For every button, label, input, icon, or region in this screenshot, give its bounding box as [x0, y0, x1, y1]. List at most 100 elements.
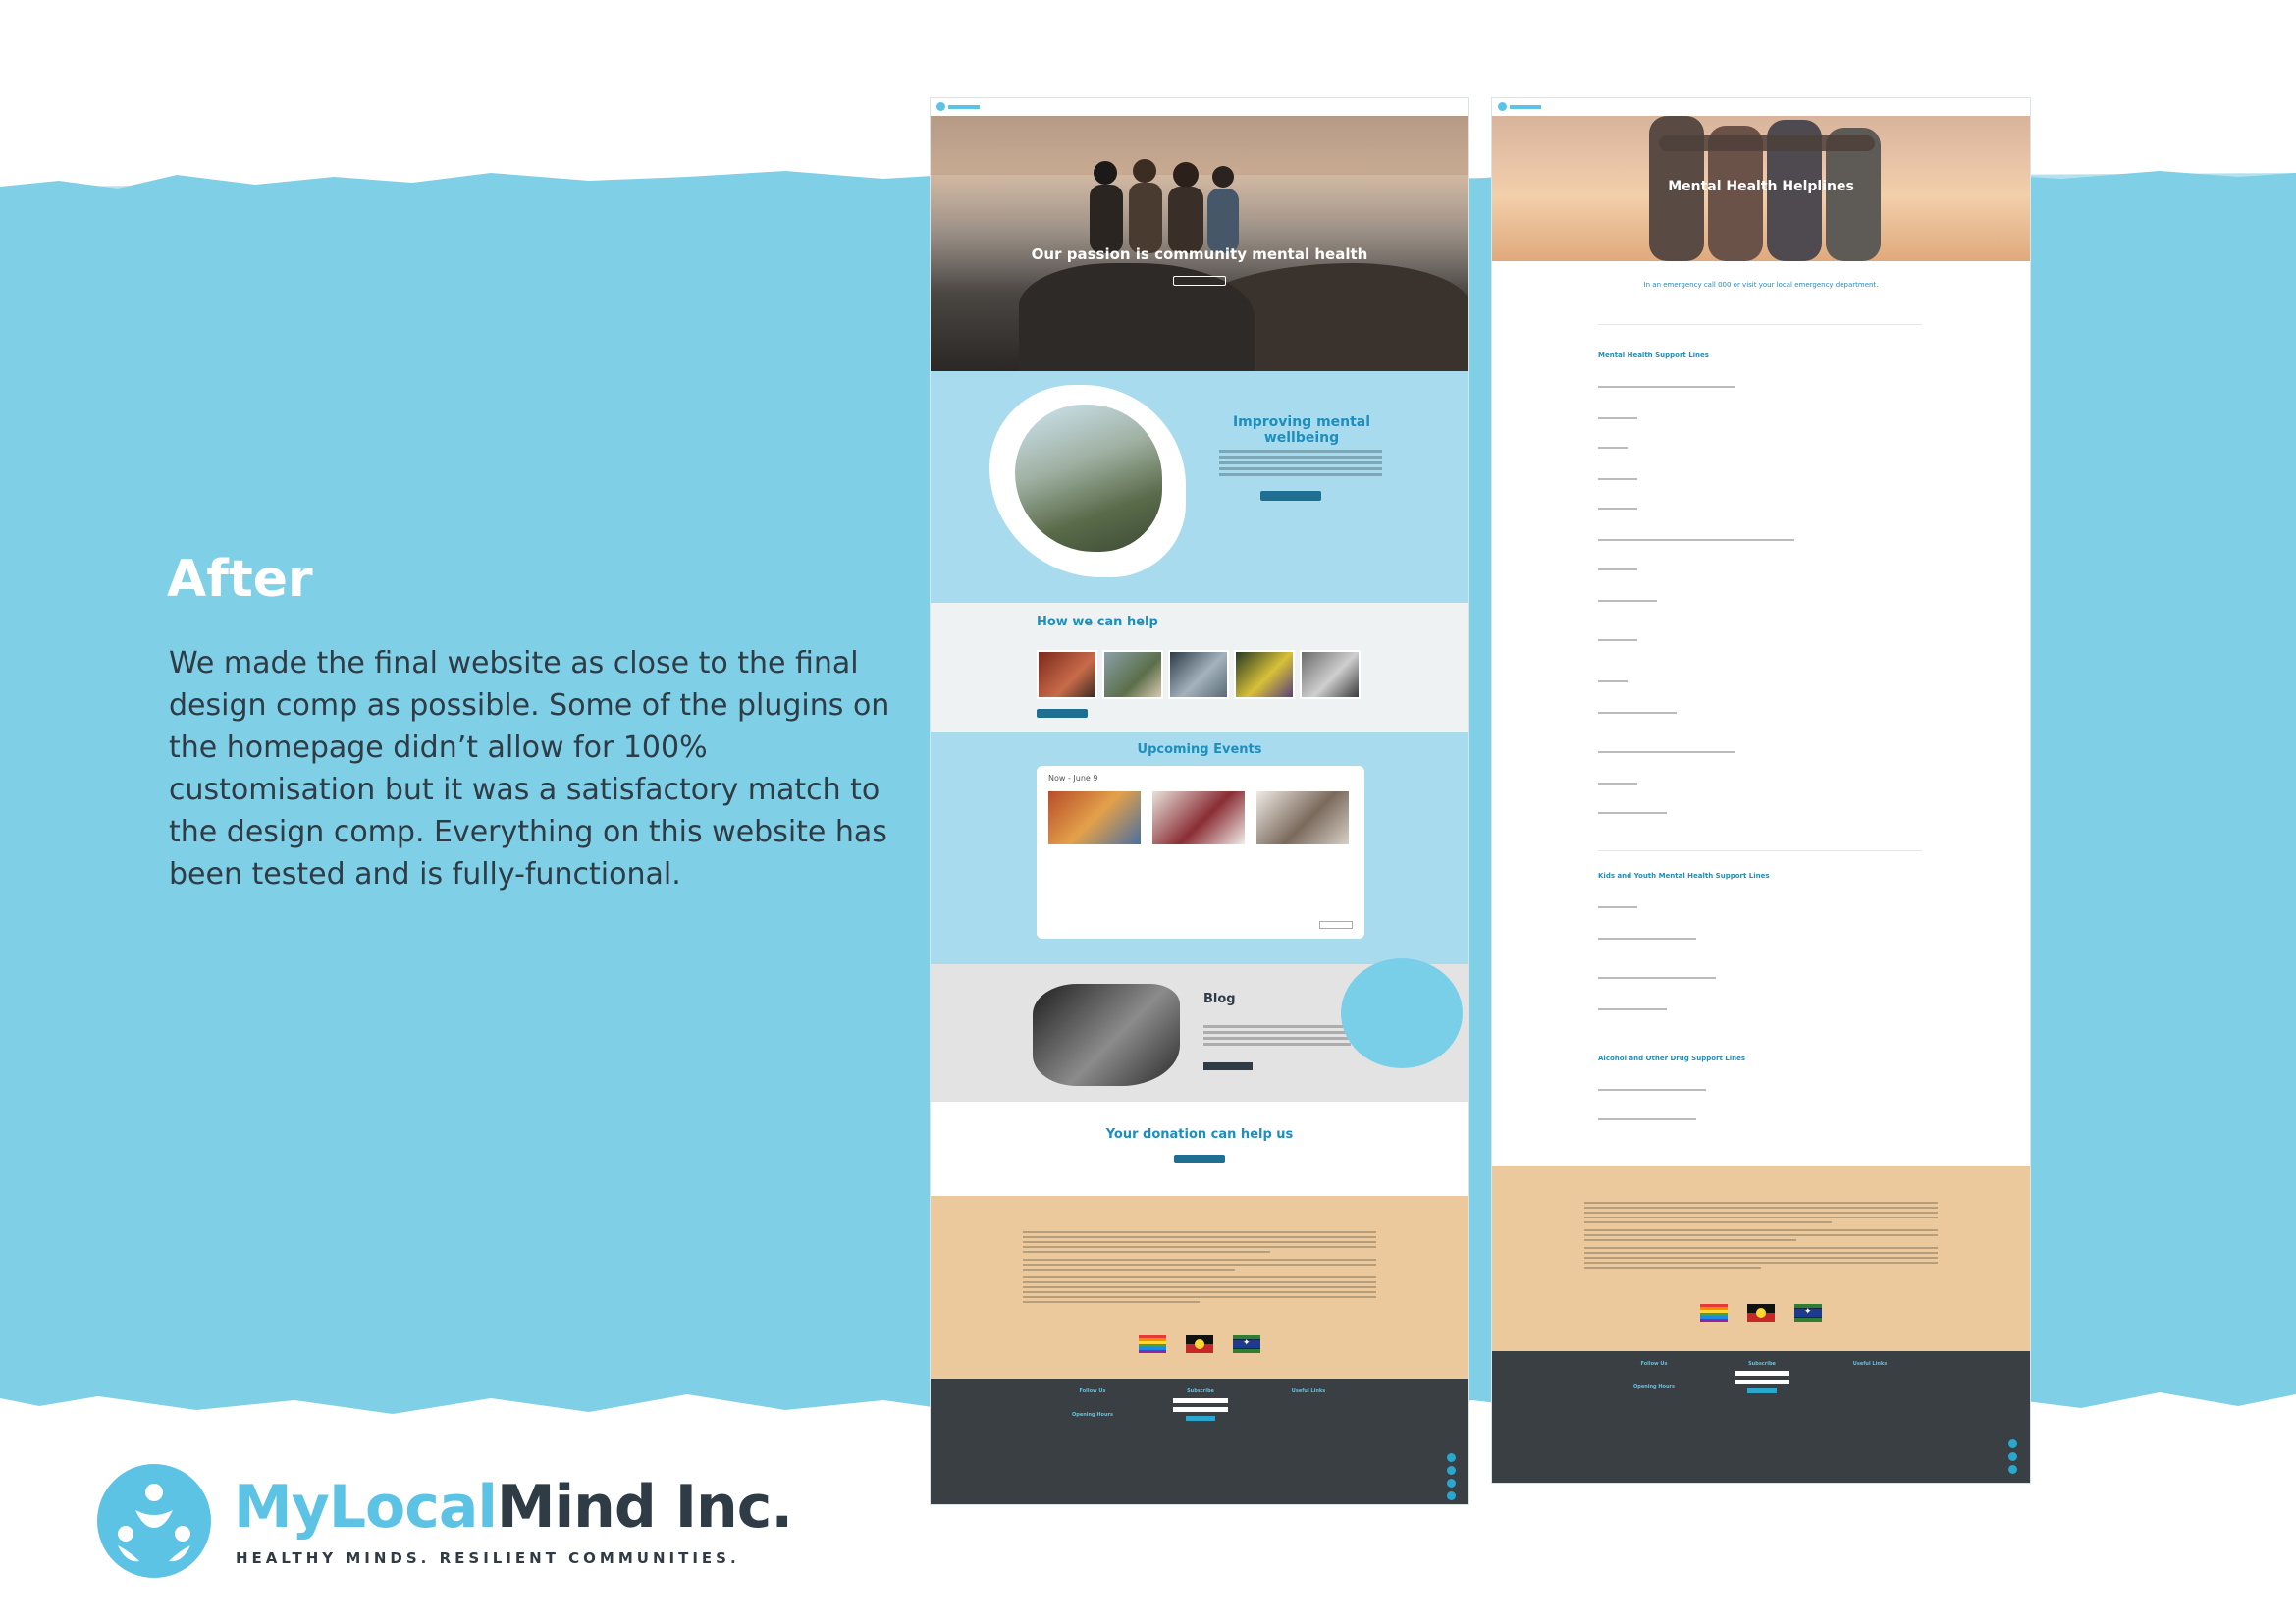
nav-item [1927, 104, 1935, 109]
helpline-item [1598, 974, 1922, 979]
help-thumbnail [1102, 650, 1163, 699]
helpline-item [1598, 780, 1922, 785]
events-calendar-card: Now - June 9 [1037, 766, 1364, 939]
home-hero-button [1173, 276, 1226, 286]
floating-icon [1447, 1479, 1456, 1488]
footer-heading: Opening Hours [1072, 1412, 1113, 1418]
acknowledgement-text [1023, 1231, 1376, 1306]
helpline-details [1598, 447, 1628, 449]
improving-title: Improving mental wellbeing [1232, 414, 1371, 446]
footer-follow-us: Follow Us Opening Hours [1039, 1388, 1147, 1422]
helpline-item [1598, 748, 1922, 753]
site-navbar [1492, 98, 2030, 116]
footer-useful-links: Useful Links [1255, 1388, 1362, 1398]
helpline-details [1598, 1118, 1696, 1120]
footer-heading: Useful Links [1852, 1361, 1888, 1367]
nav-item [1308, 104, 1315, 109]
donation-title: Your donation can help us [1105, 1127, 1294, 1142]
helpline-details [1598, 783, 1637, 785]
helpline-item [1598, 597, 1922, 602]
floating-icon [1447, 1491, 1456, 1500]
help-thumbnail [1300, 650, 1361, 699]
home-hero-title: Our passion is community mental health [1031, 245, 1368, 263]
acknowledgement-section [1492, 1166, 2030, 1351]
improving-text [1219, 450, 1382, 479]
scroll-to-top-icon [2008, 1439, 2017, 1448]
blog-excerpt [1203, 1025, 1351, 1049]
helpline-details [1598, 812, 1667, 814]
blog-title: Blog [1203, 992, 1236, 1006]
helpline-item [1598, 505, 1922, 510]
upcoming-events-section: Upcoming Events Now - June 9 [931, 732, 1468, 964]
event-image [1256, 791, 1349, 844]
subscribe-name-field [1735, 1371, 1789, 1376]
blog-section: Blog [931, 958, 1468, 1102]
site-footer: Follow Us Opening Hours Subscribe Useful… [931, 1379, 1468, 1504]
logo-wordmark-part2: Mind Inc. [496, 1473, 793, 1542]
helpline-item [1598, 935, 1922, 940]
emergency-notice: In an emergency call 000 or visit your l… [1643, 281, 1879, 289]
helpline-section-title: Kids and Youth Mental Health Support Lin… [1598, 872, 1770, 880]
floating-buttons [1447, 1453, 1457, 1500]
scroll-to-top-icon [1447, 1453, 1456, 1462]
helpline-details [1598, 478, 1637, 480]
blog-logo-circle [1341, 958, 1463, 1068]
nav-logo-icon [1498, 102, 1543, 111]
footer-useful-links: Useful Links [1816, 1361, 1924, 1371]
footer-subscribe: Subscribe [1708, 1361, 1816, 1393]
helplines-page-screenshot: Mental Health Helplines In an emergency … [1492, 98, 2030, 1483]
helpline-details [1598, 386, 1735, 388]
help-thumbnail [1037, 650, 1097, 699]
helplines-hero-title: Mental Health Helplines [1668, 179, 1854, 194]
pride-flag-icon [1700, 1304, 1728, 1322]
helpline-item [1598, 709, 1922, 714]
improving-section: Improving mental wellbeing [931, 371, 1468, 603]
pride-flag-icon [1139, 1335, 1166, 1353]
learn-more-button [1260, 491, 1321, 501]
subscribe-email-field [1735, 1380, 1789, 1384]
nav-item [1337, 104, 1345, 109]
helpline-details [1598, 680, 1628, 682]
nav-item [1987, 104, 1991, 109]
helpline-item [1598, 1115, 1922, 1120]
helpline-details [1598, 938, 1696, 940]
nav-item [1395, 104, 1404, 109]
footer-heading: Follow Us [1640, 1361, 1668, 1367]
helpline-item [1598, 383, 1922, 388]
subscribe-name-field [1173, 1398, 1228, 1403]
brand-logo-icon [97, 1464, 211, 1578]
helpline-details [1598, 906, 1637, 908]
nav-item [1869, 104, 1877, 109]
footer-heading: Subscribe [1748, 1361, 1776, 1367]
helpline-section-title: Alcohol and Other Drug Support Lines [1598, 1055, 1746, 1062]
flags [931, 1335, 1468, 1353]
help-thumbnail [1168, 650, 1229, 699]
nav-item [1425, 104, 1429, 109]
helpline-details [1598, 539, 1794, 541]
helpline-item [1598, 809, 1922, 814]
helpline-details [1598, 977, 1716, 979]
helpline-item [1598, 1086, 1922, 1091]
read-more-button [1203, 1062, 1253, 1070]
helplines-hero: Mental Health Helplines [1492, 116, 2030, 261]
events-title: Upcoming Events [1137, 742, 1262, 757]
footer-heading: Useful Links [1291, 1388, 1326, 1394]
logo-wordmark-part1: MyLocal [234, 1473, 498, 1542]
logo-wordmark: MyLocalMind Inc. [234, 1473, 793, 1542]
footer-follow-us: Follow Us Opening Hours [1600, 1361, 1708, 1394]
acknowledgement-section [931, 1196, 1468, 1379]
helpline-item [1598, 903, 1922, 908]
helpline-details [1598, 600, 1657, 602]
subscribe-button [1747, 1388, 1777, 1393]
helpline-details [1598, 712, 1677, 714]
subscribe-calendar-button [1319, 921, 1353, 929]
helpline-details [1598, 417, 1637, 419]
floating-icon [2008, 1452, 2017, 1461]
helpline-item [1598, 444, 1922, 449]
view-all-button [1037, 709, 1088, 718]
help-thumbnails [1037, 650, 1361, 699]
footer-subscribe: Subscribe [1147, 1388, 1255, 1421]
floating-buttons [2008, 1439, 2018, 1474]
helpline-details [1598, 1008, 1667, 1010]
flags [1492, 1304, 2030, 1322]
